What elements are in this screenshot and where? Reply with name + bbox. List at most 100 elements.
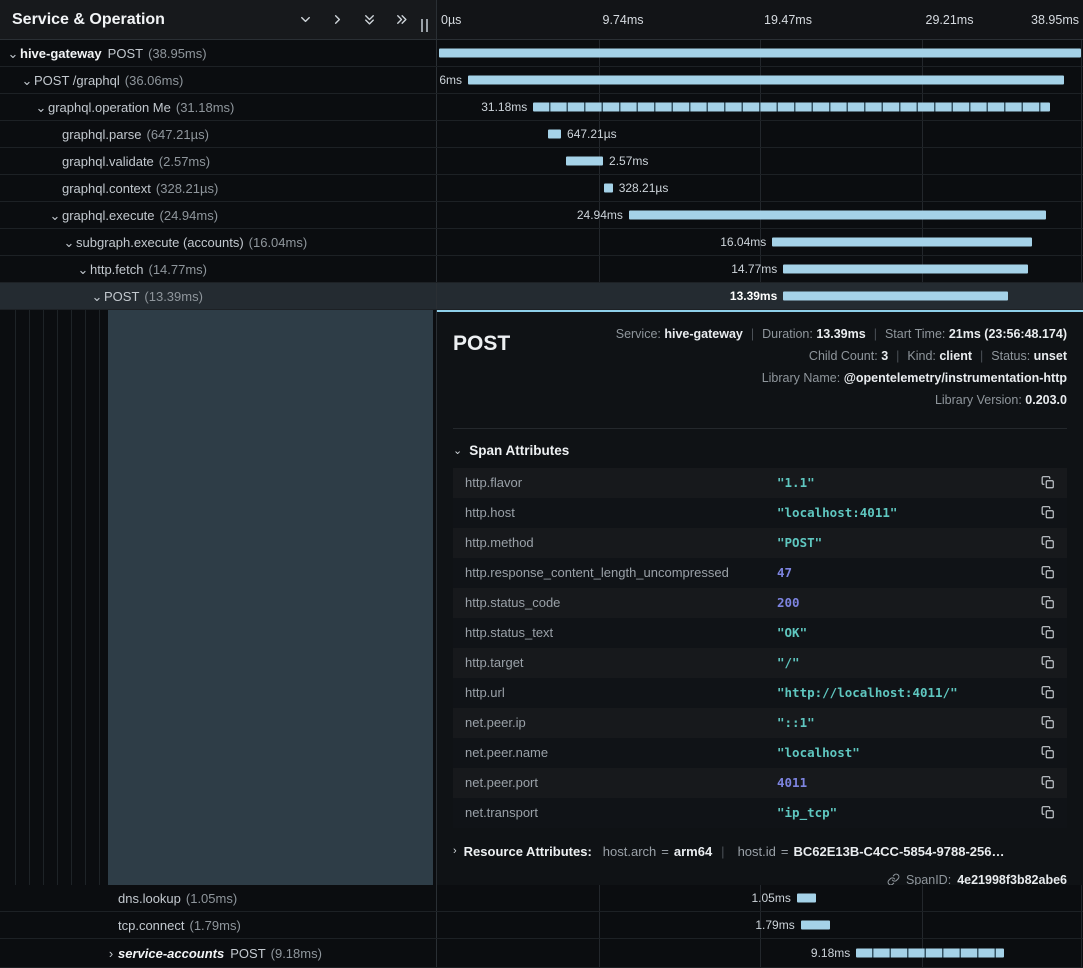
copy-icon[interactable]: [1041, 475, 1055, 490]
panel-resizer[interactable]: [421, 19, 428, 32]
timeline-tick: 9.74ms: [603, 13, 644, 27]
span-bar[interactable]: [566, 157, 603, 166]
span-label-cell[interactable]: graphql.validate (2.57ms): [0, 148, 437, 174]
span-bar-cell: 16.04ms: [437, 229, 1083, 255]
span-bar[interactable]: [783, 292, 1008, 301]
timeline-tick: 38.95ms: [1031, 13, 1079, 27]
span-label-cell[interactable]: ⌄ subgraph.execute (accounts) (16.04ms): [0, 229, 437, 255]
span-attributes-header[interactable]: ⌄ Span Attributes: [453, 443, 1067, 458]
resource-attributes-line[interactable]: › Resource Attributes: host.arch=arm64|h…: [453, 844, 1067, 859]
span-label-cell[interactable]: › service-accounts POST (9.18ms): [0, 939, 437, 967]
expand-chevron-icon[interactable]: ⌄: [76, 263, 90, 276]
span-label-cell[interactable]: tcp.connect (1.79ms): [0, 912, 437, 938]
chevron-right-icon[interactable]: [330, 12, 345, 27]
span-bar-cell: [437, 40, 1083, 66]
span-label-cell[interactable]: ⌄ graphql.operation Me (31.18ms): [0, 94, 437, 120]
span-bar[interactable]: [801, 921, 831, 930]
span-label-cell[interactable]: ⌄ POST /graphql (36.06ms): [0, 67, 437, 93]
attribute-value: 200: [777, 595, 1041, 610]
span-label-cell[interactable]: graphql.parse (647.21µs): [0, 121, 437, 147]
bar-duration-label: 24.94ms: [577, 208, 623, 222]
span-label-cell[interactable]: graphql.context (328.21µs): [0, 175, 437, 201]
copy-icon[interactable]: [1041, 565, 1055, 580]
span-bar[interactable]: [856, 949, 1004, 958]
expand-chevron-icon[interactable]: ⌄: [62, 236, 76, 249]
span-row[interactable]: ⌄ hive-gateway POST (38.95ms): [0, 40, 1083, 67]
attribute-key: net.peer.name: [465, 745, 777, 760]
meta-line: Service: hive-gateway|Duration: 13.39ms|…: [616, 324, 1067, 346]
span-row[interactable]: tcp.connect (1.79ms) 1.79ms: [0, 912, 1083, 939]
tree-header-title: Service & Operation: [12, 11, 165, 29]
copy-icon[interactable]: [1041, 685, 1055, 700]
span-label-cell[interactable]: dns.lookup (1.05ms): [0, 885, 437, 911]
resource-attributes-title: Resource Attributes:: [464, 844, 592, 859]
copy-icon[interactable]: [1041, 805, 1055, 820]
indent-guides: [2, 310, 106, 885]
expand-chevron-icon[interactable]: ⌄: [6, 47, 20, 60]
chevron-down-icon: ⌄: [453, 444, 462, 457]
copy-icon[interactable]: [1041, 775, 1055, 790]
span-row[interactable]: ⌄ subgraph.execute (accounts) (16.04ms) …: [0, 229, 1083, 256]
copy-icon[interactable]: [1041, 715, 1055, 730]
copy-icon[interactable]: [1041, 655, 1055, 670]
expand-chevron-icon[interactable]: ⌄: [34, 101, 48, 114]
span-bar[interactable]: [629, 211, 1046, 220]
expanded-span-box[interactable]: [108, 310, 433, 885]
span-label-cell[interactable]: ⌄ graphql.execute (24.94ms): [0, 202, 437, 228]
expand-chevron-icon[interactable]: ›: [104, 947, 118, 960]
span-label-cell[interactable]: ⌄ hive-gateway POST (38.95ms): [0, 40, 437, 66]
span-row[interactable]: ⌄ POST (13.39ms) 13.39ms: [0, 283, 1083, 310]
span-bar[interactable]: [772, 238, 1032, 247]
attribute-row: net.peer.ip "::1": [453, 708, 1067, 738]
span-row[interactable]: › service-accounts POST (9.18ms) 9.18ms: [0, 939, 1083, 968]
span-label-cell[interactable]: ⌄ http.fetch (14.77ms): [0, 256, 437, 282]
chevron-right-icon: ›: [453, 845, 457, 857]
span-row[interactable]: ⌄ graphql.execute (24.94ms) 24.94ms: [0, 202, 1083, 229]
span-row[interactable]: ⌄ graphql.operation Me (31.18ms) 31.18ms: [0, 94, 1083, 121]
span-row[interactable]: ⌄ POST /graphql (36.06ms) 6ms: [0, 67, 1083, 94]
span-bar[interactable]: [533, 103, 1050, 112]
span-row[interactable]: dns.lookup (1.05ms) 1.05ms: [0, 885, 1083, 912]
detail-meta: Service: hive-gateway|Duration: 13.39ms|…: [616, 324, 1067, 412]
selected-span-expanded-area[interactable]: [0, 310, 437, 885]
meta-line: Child Count: 3|Kind: client|Status: unse…: [616, 346, 1067, 368]
double-chevron-down-icon[interactable]: [362, 12, 377, 27]
double-chevron-right-icon[interactable]: [394, 12, 409, 27]
span-operation-name: graphql.validate: [62, 154, 154, 169]
span-duration-text: (328.21µs): [156, 181, 218, 196]
span-row[interactable]: graphql.context (328.21µs) 328.21µs: [0, 175, 1083, 202]
copy-icon[interactable]: [1041, 535, 1055, 550]
chevron-down-icon[interactable]: [298, 12, 313, 27]
span-bar[interactable]: [797, 894, 816, 903]
attribute-row: http.flavor "1.1": [453, 468, 1067, 498]
copy-icon[interactable]: [1041, 595, 1055, 610]
bar-duration-label: 16.04ms: [720, 235, 766, 249]
span-row[interactable]: graphql.parse (647.21µs) 647.21µs: [0, 121, 1083, 148]
span-bar[interactable]: [548, 130, 561, 139]
expand-chevron-icon[interactable]: ⌄: [48, 209, 62, 222]
timeline-ruler: 0µs9.74ms19.47ms29.21ms38.95ms: [437, 0, 1083, 39]
expand-chevron-icon[interactable]: ⌄: [20, 74, 34, 87]
span-bar[interactable]: [604, 184, 612, 193]
span-label-cell[interactable]: ⌄ POST (13.39ms): [0, 283, 437, 309]
span-bar-cell: 1.79ms: [437, 912, 1083, 938]
span-duration-text: (13.39ms): [144, 289, 203, 304]
span-operation-name: POST: [230, 946, 265, 961]
span-bar[interactable]: [783, 265, 1028, 274]
bar-duration-label: 14.77ms: [731, 262, 777, 276]
copy-icon[interactable]: [1041, 505, 1055, 520]
copy-icon[interactable]: [1041, 625, 1055, 640]
span-duration-text: (1.05ms): [186, 891, 237, 906]
span-bar[interactable]: [468, 76, 1064, 85]
attribute-key: http.response_content_length_uncompresse…: [465, 565, 777, 580]
meta-line: Library Version: 0.203.0: [616, 390, 1067, 412]
expand-chevron-icon[interactable]: ⌄: [90, 290, 104, 303]
span-title: POST: [453, 324, 510, 412]
span-row[interactable]: graphql.validate (2.57ms) 2.57ms: [0, 148, 1083, 175]
copy-icon[interactable]: [1041, 745, 1055, 760]
link-icon[interactable]: [887, 873, 900, 885]
span-row[interactable]: ⌄ http.fetch (14.77ms) 14.77ms: [0, 256, 1083, 283]
span-bar[interactable]: [439, 49, 1081, 58]
attribute-value: 47: [777, 565, 1041, 580]
meta-value: unset: [1034, 349, 1067, 363]
